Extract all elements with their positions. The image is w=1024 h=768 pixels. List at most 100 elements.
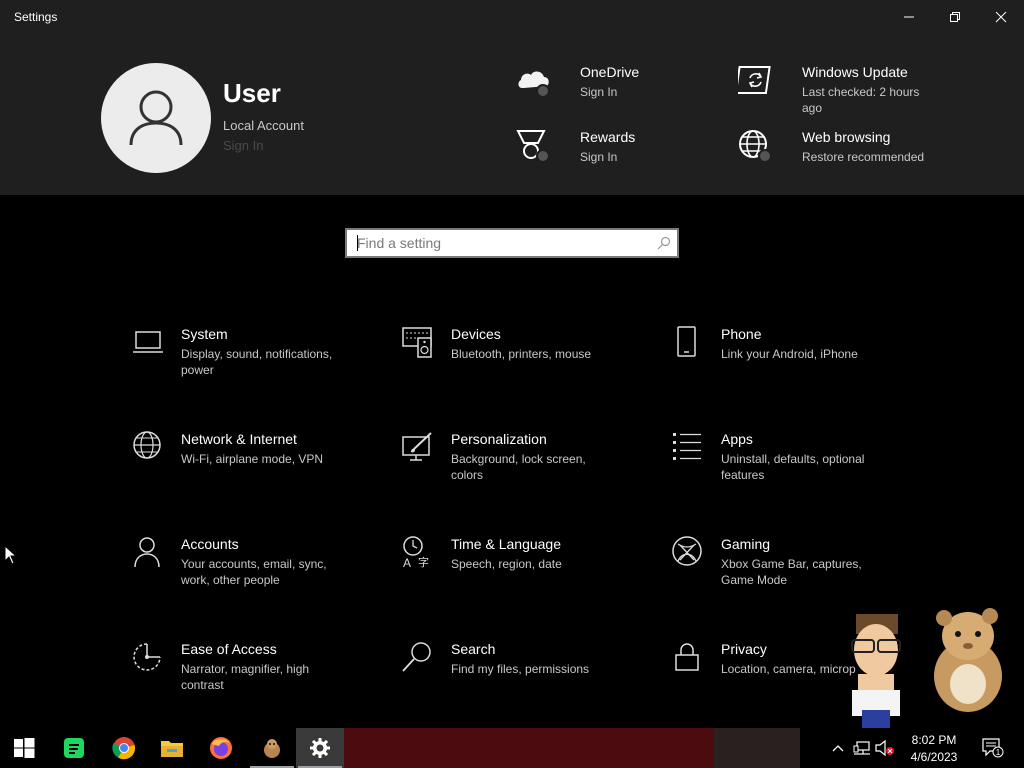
category-phone[interactable]: Phone Link your Android, iPhone xyxy=(672,326,922,406)
clock-date: 4/6/2023 xyxy=(910,750,958,764)
taskbar-app-hamster[interactable] xyxy=(248,728,296,768)
clock-time: 8:02 PM xyxy=(911,733,957,747)
chrome-icon xyxy=(112,737,136,760)
action-center-button[interactable]: 1 xyxy=(978,728,1008,768)
status-dot xyxy=(758,149,772,163)
category-subtitle: Bluetooth, printers, mouse xyxy=(451,347,592,361)
web-browsing-item[interactable]: Web browsing Restore recommended xyxy=(738,129,938,179)
taskbar-app-settings[interactable] xyxy=(296,728,344,768)
globe-icon xyxy=(739,130,767,158)
category-accounts[interactable]: Accounts Your accounts, email, sync, wor… xyxy=(132,536,382,616)
magnifier-icon xyxy=(402,642,431,672)
close-button[interactable] xyxy=(978,0,1024,34)
ease-of-access-icon xyxy=(133,643,161,671)
mouse-cursor-icon xyxy=(4,545,18,565)
category-title: Phone xyxy=(721,326,762,342)
taskbar-app-firefox[interactable] xyxy=(197,728,245,768)
category-ease-of-access[interactable]: Ease of Access Narrator, magnifier, high… xyxy=(132,641,382,721)
onedrive-item[interactable]: OneDrive Sign In xyxy=(516,64,696,108)
rewards-item[interactable]: Rewards Sign In xyxy=(516,129,696,173)
user-name: User xyxy=(223,78,281,108)
category-system[interactable]: System Display, sound, notifications, po… xyxy=(132,326,382,406)
category-title: System xyxy=(181,326,228,342)
xbox-icon xyxy=(672,536,702,566)
show-hidden-icons-button[interactable] xyxy=(828,728,848,768)
chevron-up-icon xyxy=(832,745,844,752)
start-button[interactable] xyxy=(0,728,48,768)
network-icon xyxy=(853,741,870,755)
search-icon[interactable] xyxy=(657,236,671,250)
restore-button[interactable] xyxy=(932,0,978,34)
status-dot xyxy=(536,84,550,98)
time-language-icon: A 字 xyxy=(403,536,429,570)
svg-text:A: A xyxy=(403,556,411,570)
volume-tray-button[interactable] xyxy=(874,728,896,768)
category-title: Gaming xyxy=(721,536,771,552)
category-apps[interactable]: Apps Uninstall, defaults, optional featu… xyxy=(672,431,922,511)
person-icon xyxy=(134,537,160,568)
volume-muted-icon xyxy=(875,740,894,756)
windows-update-title: Windows Update xyxy=(802,64,908,80)
minimize-button[interactable] xyxy=(886,0,932,34)
windows-update-item[interactable]: Windows Update Last checked: 2 hours ago xyxy=(738,64,938,115)
category-time-language[interactable]: A 字 Time & Language Speech, region, date xyxy=(402,536,652,616)
cartoon-man-overlay xyxy=(851,614,901,728)
minimize-icon xyxy=(904,16,914,18)
rewards-subtitle: Sign In xyxy=(580,150,618,164)
window-title: Settings xyxy=(14,10,58,24)
search-box[interactable] xyxy=(345,228,679,258)
category-subtitle: Display, sound, notifications, power xyxy=(181,347,333,377)
onedrive-title: OneDrive xyxy=(580,64,640,80)
category-title: Ease of Access xyxy=(181,641,277,657)
user-sign-in-link[interactable]: Sign In xyxy=(223,138,263,153)
cloud-icon xyxy=(518,71,549,88)
apps-list-icon xyxy=(673,433,701,460)
search-input[interactable] xyxy=(347,230,647,256)
category-subtitle: Wi-Fi, airplane mode, VPN xyxy=(181,452,324,466)
category-subtitle: Uninstall, defaults, optional features xyxy=(721,452,865,482)
category-title: Accounts xyxy=(181,536,239,552)
category-subtitle: Your accounts, email, sync, work, other … xyxy=(181,557,327,587)
category-subtitle: Speech, region, date xyxy=(451,557,562,571)
lock-icon xyxy=(675,643,699,671)
keyboard-speaker-icon xyxy=(402,327,432,358)
update-icon xyxy=(738,66,771,94)
network-tray-button[interactable] xyxy=(851,728,873,768)
category-search[interactable]: Search Find my files, permissions xyxy=(402,641,652,721)
notification-icon: 1 xyxy=(982,738,1004,758)
category-gaming[interactable]: Gaming Xbox Game Bar, captures, Game Mod… xyxy=(672,536,922,616)
taskbar-app-chrome[interactable] xyxy=(100,728,148,768)
user-icon xyxy=(129,90,183,146)
taskbar-wallpaper-strip xyxy=(344,728,714,768)
svg-text:字: 字 xyxy=(418,555,429,569)
account-header: User Local Account Sign In OneDrive Sign… xyxy=(0,34,1024,195)
notification-count: 1 xyxy=(996,748,1001,757)
phone-icon xyxy=(677,326,696,357)
web-browsing-title: Web browsing xyxy=(802,129,891,145)
file-explorer-icon xyxy=(161,741,183,757)
onedrive-subtitle: Sign In xyxy=(580,85,618,99)
taskbar-app-file-explorer[interactable] xyxy=(148,728,196,768)
taskbar-clock[interactable]: 8:02 PM 4/6/2023 xyxy=(900,732,968,766)
globe-icon xyxy=(133,431,161,459)
taskbar-app-spotify[interactable] xyxy=(50,728,98,768)
avatar[interactable] xyxy=(101,63,211,173)
category-subtitle: Background, lock screen, colors xyxy=(451,452,586,482)
taskbar-wallpaper-strip xyxy=(714,728,800,768)
category-subtitle: Narrator, magnifier, high contrast xyxy=(181,662,310,692)
category-title: Search xyxy=(451,641,496,657)
laptop-icon xyxy=(133,331,163,353)
category-personalization[interactable]: Personalization Background, lock screen,… xyxy=(402,431,652,511)
title-bar: Settings xyxy=(0,0,1024,34)
restore-icon xyxy=(950,12,960,22)
status-dot xyxy=(536,149,550,163)
text-caret xyxy=(357,235,358,251)
category-network-internet[interactable]: Network & Internet Wi-Fi, airplane mode,… xyxy=(132,431,382,511)
category-devices[interactable]: Devices Bluetooth, printers, mouse xyxy=(402,326,652,406)
category-subtitle: Link your Android, iPhone xyxy=(721,347,858,361)
category-title: Network & Internet xyxy=(181,431,297,447)
category-title: Apps xyxy=(721,431,753,447)
firefox-icon xyxy=(210,737,232,759)
paint-brush-icon xyxy=(402,432,432,461)
spotify-icon xyxy=(64,738,84,758)
